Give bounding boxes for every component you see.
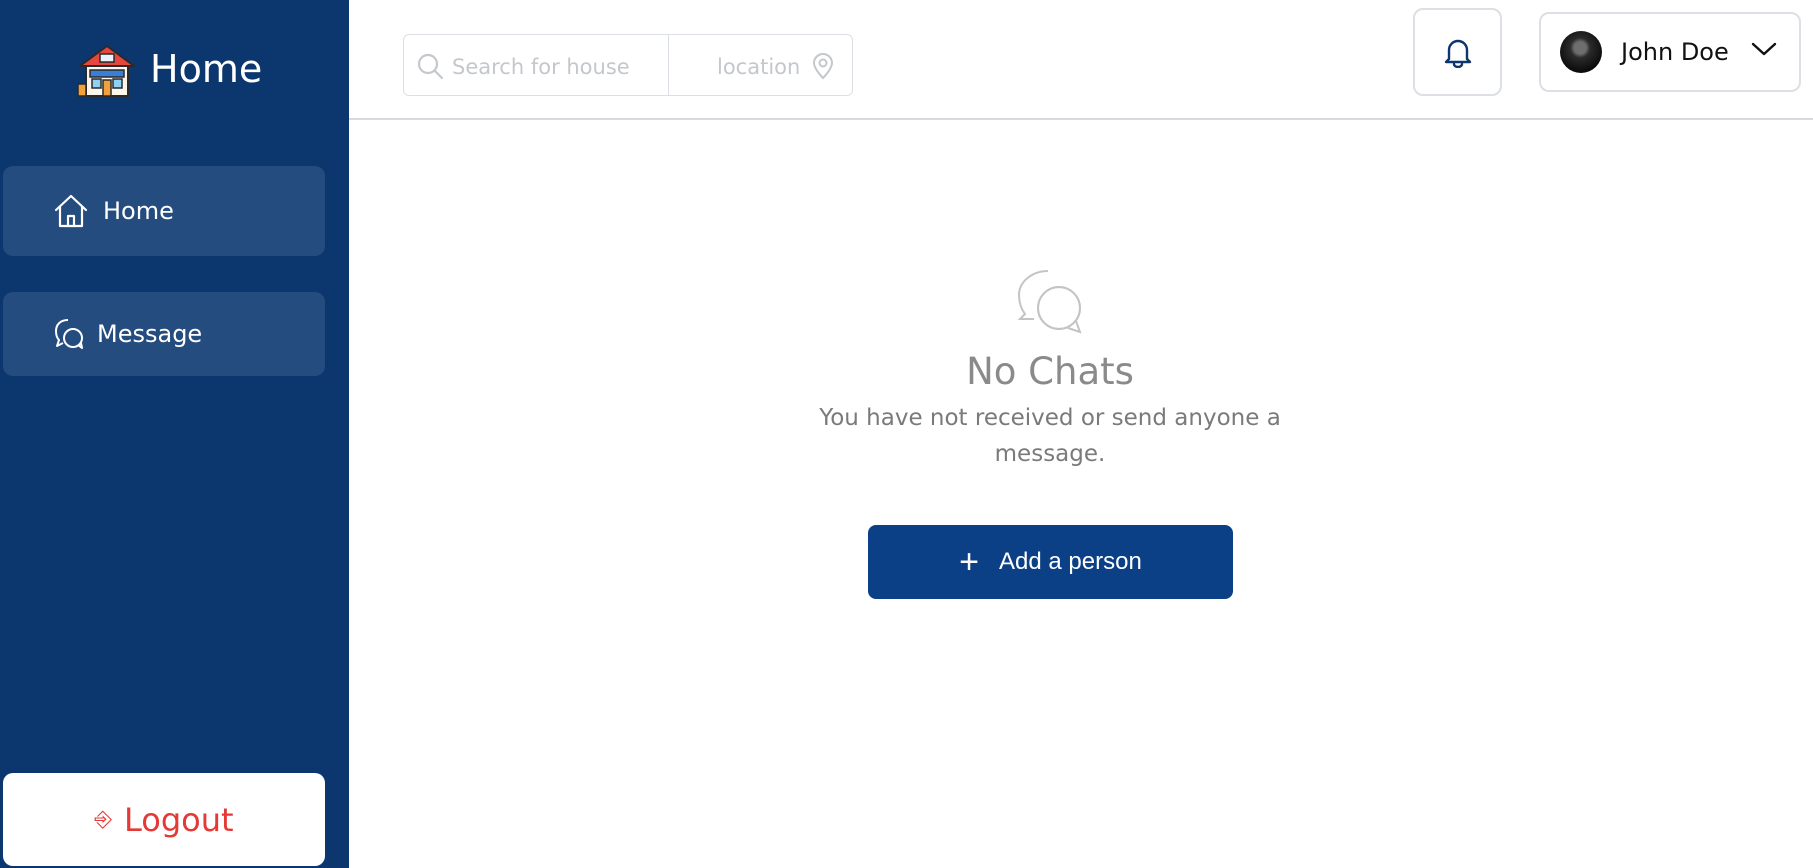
empty-state-description: You have not received or send anyone a m… — [819, 405, 1281, 467]
add-person-label: Add a person — [999, 548, 1142, 575]
sidebar-item-message[interactable]: Message — [3, 292, 325, 376]
add-person-button[interactable]: + Add a person — [868, 525, 1233, 599]
location-field — [669, 35, 852, 95]
sidebar-item-home[interactable]: Home — [3, 166, 325, 256]
logout-label: Logout — [124, 800, 234, 839]
top-bar: John Doe — [349, 0, 1813, 120]
brand: Home — [76, 40, 262, 98]
search-input[interactable] — [452, 53, 657, 81]
chat-bubble-icon — [55, 319, 83, 349]
user-name: John Doe — [1621, 38, 1729, 66]
avatar — [1560, 31, 1602, 73]
empty-state-title: No Chats — [966, 350, 1134, 393]
sidebar-item-label: Message — [97, 320, 203, 348]
sidebar: Home Home Message ⎆ Logout — [0, 0, 349, 868]
user-menu[interactable]: John Doe — [1539, 12, 1801, 92]
search-bar — [403, 34, 853, 96]
sidebar-item-label: Home — [103, 197, 174, 225]
chat-bubbles-icon — [1017, 270, 1082, 334]
brand-title: Home — [150, 47, 263, 91]
map-pin-icon — [812, 53, 834, 80]
location-input[interactable] — [717, 53, 822, 81]
house-storefront-icon — [77, 45, 135, 97]
bell-icon — [1444, 39, 1471, 68]
plus-icon: + — [959, 543, 980, 581]
notifications-button[interactable] — [1413, 8, 1502, 96]
chevron-down-icon — [1751, 42, 1777, 56]
home-icon — [54, 194, 88, 228]
search-field — [404, 35, 669, 95]
app-window: Home Home Message ⎆ Logout Search for ho… — [0, 0, 1813, 868]
logout-button[interactable]: ⎆ Logout — [3, 773, 325, 866]
search-icon — [417, 53, 444, 80]
logout-icon: ⎆ — [94, 806, 113, 832]
